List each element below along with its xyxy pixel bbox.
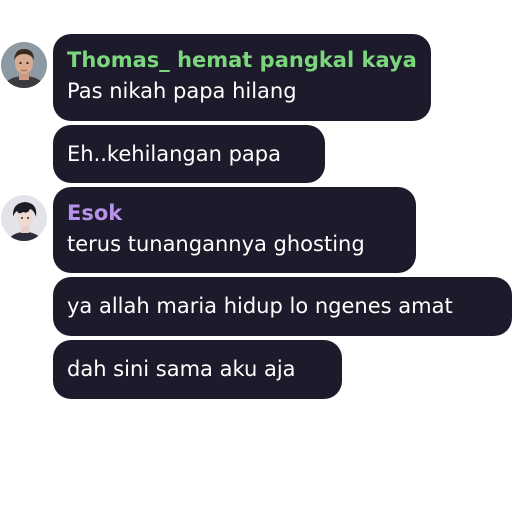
- sender-name-esok[interactable]: Esok: [67, 201, 122, 225]
- message-text-4: ya allah maria hidup lo ngenes amat: [67, 294, 453, 318]
- sender-name-thomas[interactable]: Thomas_ hemat pangkal kaya: [67, 48, 417, 72]
- message-text-5: dah sini sama aku aja: [67, 357, 296, 381]
- message-bubble-3[interactable]: Esok terus tunangannya ghosting: [53, 187, 416, 273]
- message-bubble-2[interactable]: Eh..kehilangan papa: [53, 125, 325, 183]
- avatar-thomas[interactable]: [1, 42, 47, 88]
- chat-canvas: Thomas_ hemat pangkal kaya Pas nikah pap…: [0, 0, 512, 512]
- message-text-3: terus tunangannya ghosting: [67, 232, 365, 256]
- message-bubble-4[interactable]: ya allah maria hidup lo ngenes amat: [53, 277, 512, 336]
- message-text-2: Eh..kehilangan papa: [67, 142, 281, 166]
- message-text-1: Pas nikah papa hilang: [67, 79, 297, 103]
- message-bubble-5[interactable]: dah sini sama aku aja: [53, 340, 342, 399]
- anime-boy-portrait-icon: [1, 195, 47, 241]
- man-portrait-icon: [1, 42, 47, 88]
- message-bubble-1[interactable]: Thomas_ hemat pangkal kaya Pas nikah pap…: [53, 34, 431, 121]
- avatar-esok[interactable]: [1, 195, 47, 241]
